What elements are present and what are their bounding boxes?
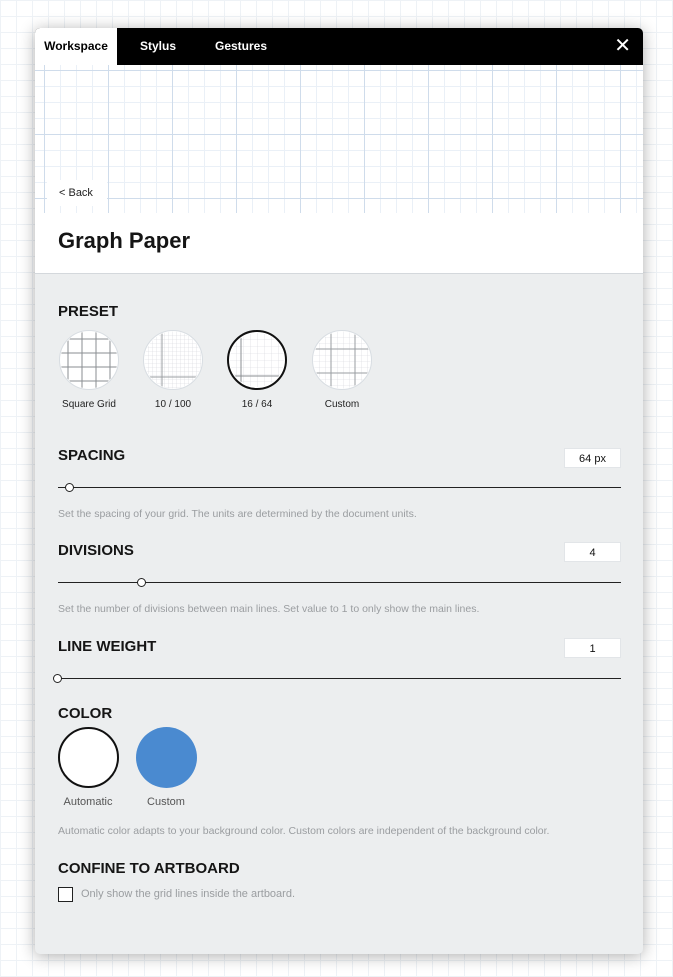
spacing-value-input[interactable]: 64 px [564,448,621,468]
line-weight-slider-track[interactable] [58,678,621,679]
spacing-slider-track[interactable] [58,487,621,488]
preset-label-custom: Custom [324,399,360,410]
tab-gestures[interactable]: Gestures [207,28,275,65]
grid-preview [35,65,643,214]
preset-custom[interactable] [312,330,372,390]
preset-square-grid[interactable] [59,330,119,390]
confine-checkbox[interactable] [58,887,73,902]
color-automatic-label: Automatic [63,796,113,808]
divisions-help-text: Set the number of divisions between main… [58,603,480,615]
line-weight-heading: LINE WEIGHT [58,638,157,655]
spacing-help-text: Set the spacing of your grid. The units … [58,508,417,520]
back-button[interactable]: < Back [47,180,107,206]
grid-16-64-pattern-icon [230,333,284,387]
preset-16-64[interactable] [227,330,287,390]
preset-10-100[interactable] [143,330,203,390]
square-grid-pattern-icon [60,331,118,389]
color-automatic-swatch[interactable] [58,727,119,788]
divisions-heading: DIVISIONS [58,542,134,559]
confine-checkbox-label[interactable]: Only show the grid lines inside the artb… [81,888,295,900]
divisions-value-input[interactable]: 4 [564,542,621,562]
tab-bar: Workspace Stylus Gestures ✕ [35,28,643,65]
spacing-slider-thumb[interactable] [65,483,74,492]
preset-heading: PRESET [58,303,119,320]
line-weight-value-input[interactable]: 1 [564,638,621,658]
graph-paper-settings-panel: Workspace Stylus Gestures ✕ < Back Graph… [35,28,643,954]
fine-grid-pattern-icon [144,331,202,389]
preset-label-square-grid: Square Grid [62,399,116,410]
preset-label-16-64: 16 / 64 [241,399,273,410]
tab-stylus[interactable]: Stylus [129,28,187,65]
divisions-slider-thumb[interactable] [137,578,146,587]
spacing-heading: SPACING [58,447,126,464]
custom-grid-pattern-icon [313,331,371,389]
color-custom-label: Custom [147,796,185,808]
confine-heading: CONFINE TO ARTBOARD [58,860,240,877]
page-header: Graph Paper [35,213,643,274]
close-icon[interactable]: ✕ [614,28,631,65]
preset-label-10-100: 10 / 100 [154,399,192,410]
color-heading: COLOR [58,705,113,722]
line-weight-slider-thumb[interactable] [53,674,62,683]
tab-workspace[interactable]: Workspace [35,28,117,65]
color-help-text: Automatic color adapts to your backgroun… [58,825,550,837]
color-custom-swatch[interactable] [136,727,197,788]
page-title: Graph Paper [58,228,191,253]
